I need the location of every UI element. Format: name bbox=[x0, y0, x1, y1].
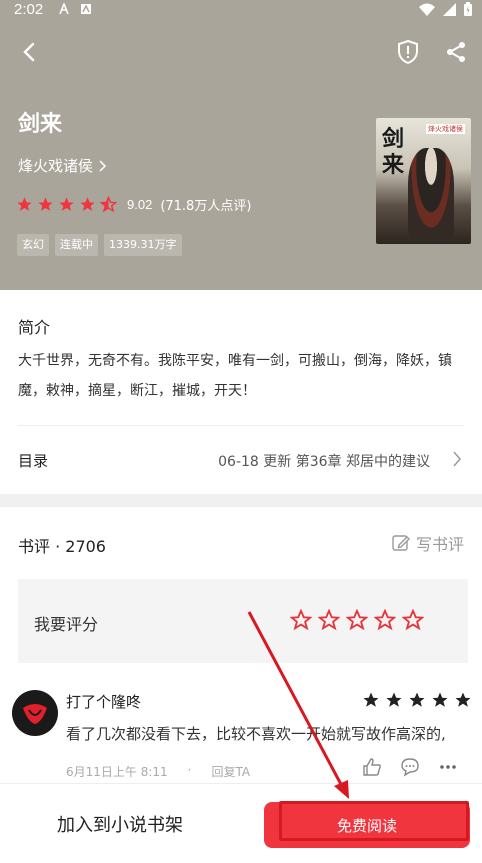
author-link[interactable]: 烽火戏诸侯 bbox=[18, 155, 107, 176]
review-stars bbox=[362, 691, 472, 709]
rate-label: 我要评分 bbox=[34, 615, 99, 634]
intro-description: 大千世界，无奇不有。我陈平安，唯有一剑，可搬山，倒海，降妖，镇魔，敕神，摘星，断… bbox=[18, 353, 452, 399]
write-review-label: 写书评 bbox=[415, 535, 464, 554]
notification-a-icon bbox=[58, 1, 70, 15]
star-filled-icon bbox=[362, 691, 380, 709]
star-filled-icon bbox=[80, 197, 95, 211]
star-outline-icon bbox=[289, 608, 313, 631]
reply-button[interactable]: 回复TA bbox=[212, 763, 251, 780]
chevron-right-icon bbox=[453, 451, 461, 467]
toc-row[interactable]: 目录 06-18 更新 第36章 郑居中的建议 bbox=[0, 436, 482, 484]
rate-star-3[interactable] bbox=[345, 608, 369, 631]
star-filled-icon bbox=[431, 691, 449, 709]
tag-wordcount: 1339.31万字 bbox=[104, 234, 182, 256]
intro-label: 简介 bbox=[18, 318, 51, 337]
status-bar: 2:02 bbox=[0, 0, 482, 20]
rate-star-4[interactable] bbox=[373, 608, 397, 631]
book-rating: 9.02 (71.8万人点评) bbox=[16, 195, 251, 214]
share-button[interactable] bbox=[440, 36, 472, 68]
notification-box-icon bbox=[80, 3, 92, 15]
star-filled-icon bbox=[59, 197, 74, 211]
status-time: 2:02 bbox=[14, 1, 44, 18]
rate-box: 我要评分 bbox=[18, 579, 468, 663]
report-button[interactable] bbox=[392, 36, 424, 68]
reviewer-name[interactable]: 打了个隆咚 bbox=[66, 691, 141, 712]
bottom-bar: 加入到小说书架 免费阅读 bbox=[0, 783, 482, 863]
battery-icon bbox=[464, 2, 472, 20]
reviews-section: 书评 · 2706 写书评 我要评分 打了个隆咚 看了几次都没看下去，比较不喜欢… bbox=[0, 507, 482, 807]
avatar[interactable] bbox=[12, 690, 58, 736]
book-cover: 剑来 烽火戏诸侯 bbox=[376, 118, 471, 244]
add-to-shelf-button[interactable]: 加入到小说书架 bbox=[0, 784, 240, 863]
wifi-icon bbox=[419, 2, 435, 20]
edit-icon bbox=[392, 535, 410, 551]
divider bbox=[18, 425, 464, 426]
more-button[interactable] bbox=[438, 757, 458, 777]
star-filled-icon bbox=[454, 691, 472, 709]
rate-star-2[interactable] bbox=[317, 608, 341, 631]
star-filled-icon bbox=[17, 197, 32, 211]
book-header: 2:02 剑来 烽火戏诸侯 9.02 (71.8万人点评) 玄幻 连载中 133… bbox=[0, 0, 482, 290]
star-outline-icon bbox=[373, 608, 397, 631]
signal-icon bbox=[443, 2, 456, 20]
toc-label: 目录 bbox=[18, 452, 49, 470]
star-half-icon bbox=[100, 196, 117, 213]
star-outline-icon bbox=[317, 608, 341, 631]
shield-alert-icon bbox=[398, 40, 418, 64]
book-title: 剑来 bbox=[18, 112, 63, 137]
cover-author: 烽火戏诸侯 bbox=[426, 124, 465, 134]
toc-latest-chapter: 06-18 更新 第36章 郑居中的建议 bbox=[218, 454, 430, 470]
thumbs-up-icon bbox=[363, 758, 381, 776]
tag-status: 连载中 bbox=[55, 234, 98, 256]
rating-count: (71.8万人点评) bbox=[160, 199, 252, 214]
share-icon bbox=[447, 42, 465, 62]
back-arrow-icon bbox=[23, 42, 35, 62]
rate-star-5[interactable] bbox=[401, 608, 425, 631]
review-meta: 6月11日上午 8:11 · 回复TA bbox=[66, 763, 250, 780]
reviews-title: 书评 · 2706 bbox=[18, 537, 106, 556]
star-filled-icon bbox=[38, 197, 53, 211]
back-button[interactable] bbox=[14, 36, 46, 68]
chevron-right-icon bbox=[99, 159, 107, 172]
tongue-logo-icon bbox=[23, 704, 47, 724]
tag-genre: 玄幻 bbox=[17, 234, 49, 256]
star-outline-icon bbox=[401, 608, 425, 631]
intro-section: 简介 大千世界，无奇不有。我陈平安，唯有一剑，可搬山，倒海，降妖，镇魔，敕神，摘… bbox=[0, 290, 482, 494]
book-tags: 玄幻 连载中 1339.31万字 bbox=[17, 234, 182, 256]
review-time: 6月11日上午 8:11 bbox=[66, 765, 168, 779]
review-dot: · bbox=[187, 763, 192, 777]
rate-star-1[interactable] bbox=[289, 608, 313, 631]
cover-illustration bbox=[408, 148, 454, 238]
rating-score: 9.02 bbox=[127, 197, 153, 212]
author-name: 烽火戏诸侯 bbox=[18, 157, 94, 175]
review-text[interactable]: 看了几次都没看下去，比较不喜欢一开始就写故作高深的, bbox=[66, 723, 474, 744]
more-dots-icon bbox=[440, 765, 456, 769]
comment-icon bbox=[401, 758, 419, 777]
star-outline-icon bbox=[345, 608, 369, 631]
comment-button[interactable] bbox=[400, 757, 420, 777]
review-actions bbox=[362, 757, 458, 777]
star-filled-icon bbox=[408, 691, 426, 709]
write-review-button[interactable]: 写书评 bbox=[392, 531, 464, 555]
free-read-button[interactable]: 免费阅读 bbox=[264, 802, 470, 848]
rate-stars bbox=[289, 608, 425, 631]
review-item: 打了个隆咚 看了几次都没看下去，比较不喜欢一开始就写故作高深的, 6月11日上午… bbox=[0, 683, 482, 793]
like-button[interactable] bbox=[362, 757, 382, 777]
star-filled-icon bbox=[385, 691, 403, 709]
cover-title: 剑来 bbox=[382, 126, 405, 178]
